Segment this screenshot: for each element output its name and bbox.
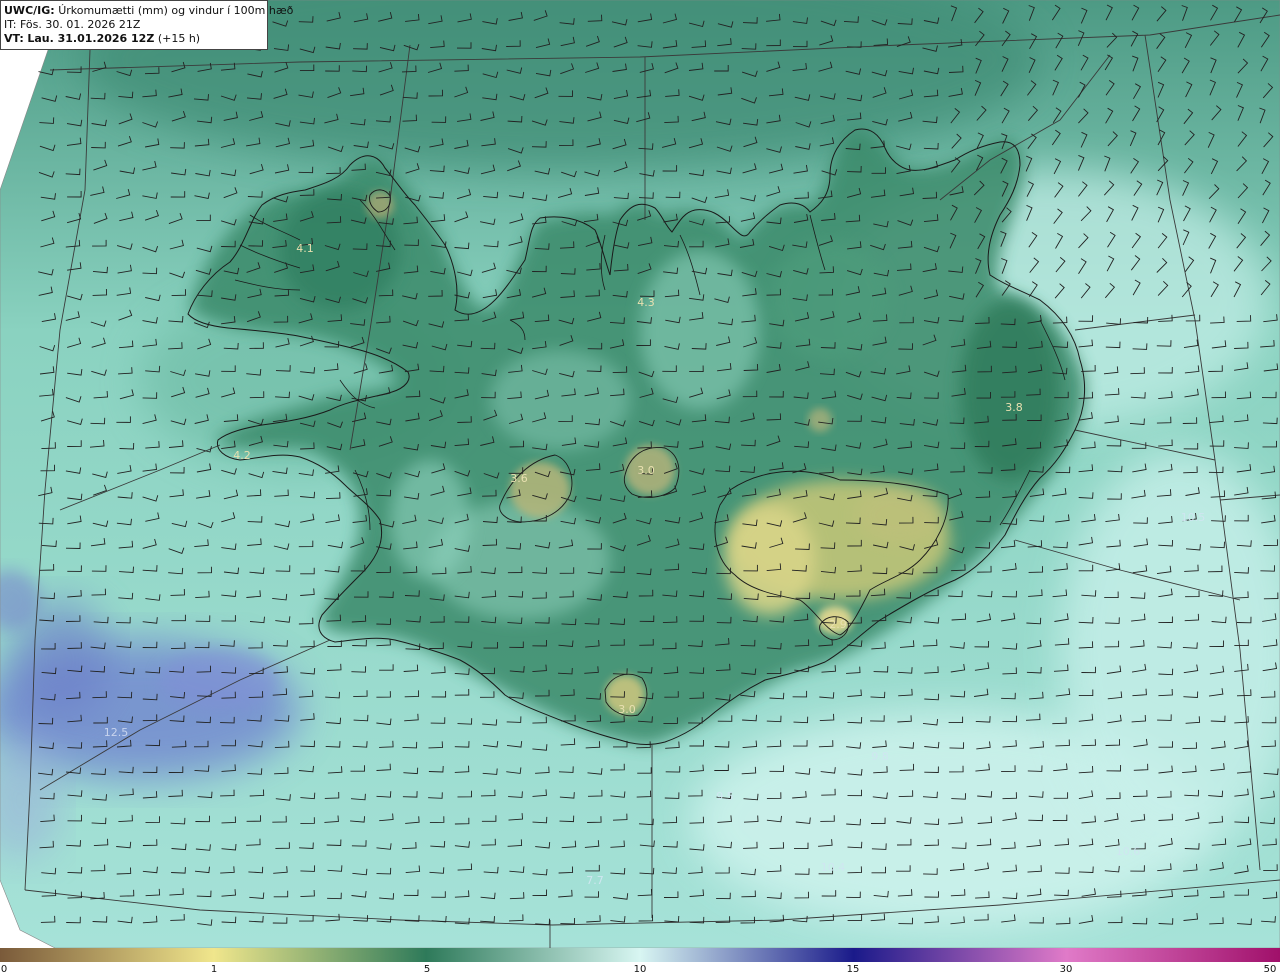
valid-label: VT: (4, 32, 24, 45)
max-label-east-sea: 10.5 (1181, 511, 1206, 524)
title-line: UWC/IG: Úrkomumætti (mm) og vindur í 100… (4, 4, 293, 18)
max-label-north: 4.3 (637, 296, 655, 309)
max-label-east-fjords: 3.8 (1005, 401, 1023, 414)
max-label-langjokull: 3.6 (510, 472, 528, 485)
valid-time: Lau. 31.01.2026 12Z (27, 32, 155, 45)
max-label-south-sea-3: 10.4 (821, 861, 846, 874)
colorbar-tick: 0 (0, 964, 8, 975)
max-label-south-sea-1: 9.8 (871, 750, 889, 763)
max-label-vatnajokull-south: 2.9 (829, 618, 847, 631)
max-label-west-fjords: 4.1 (296, 242, 314, 255)
colorbar-tick: 5 (423, 964, 431, 975)
colorbar-tick: 1 (210, 964, 218, 975)
max-label-south-sea-2: 9.5 (716, 790, 734, 803)
info-box: UWC/IG: Úrkomumætti (mm) og vindur í 100… (0, 0, 293, 50)
max-label-southeast-sea: 10.6 (1116, 845, 1141, 858)
precipitation-map: 4.1 4.3 4.2 3.6 3.0 3.8 3.0 2.9 10.5 12.… (0, 0, 1280, 948)
colorbar-tick: 30 (1059, 964, 1073, 975)
max-label-hofsjokull: 3.0 (637, 464, 655, 477)
init-time-line: IT: Fös. 30. 01. 2026 21Z (4, 18, 264, 32)
init-time: Fös. 30. 01. 2026 21Z (19, 18, 141, 31)
lead-time: (+15 h) (157, 32, 201, 45)
model-label: UWC/IG: (4, 4, 55, 17)
max-label-myrdalsjokull: 3.0 (618, 703, 636, 716)
max-label-south-sea-4: 7.7 (586, 874, 604, 887)
colorbar-ticks: 0 1 5 10 15 30 50 (0, 962, 1280, 978)
max-label-west-sea: 12.5 (104, 726, 129, 739)
colorbar-tick: 50 (1263, 964, 1277, 975)
colorbar-tick: 15 (846, 964, 860, 975)
max-label-snaefellsnes: 4.2 (233, 449, 251, 462)
valid-time-line: VT: Lau. 31.01.2026 12Z (+15 h) (4, 32, 264, 46)
colorbar (0, 948, 1280, 962)
colorbar-tick: 10 (633, 964, 647, 975)
map-title: Úrkomumætti (mm) og vindur í 100m hæð (58, 4, 294, 17)
init-label: IT: (4, 18, 17, 31)
